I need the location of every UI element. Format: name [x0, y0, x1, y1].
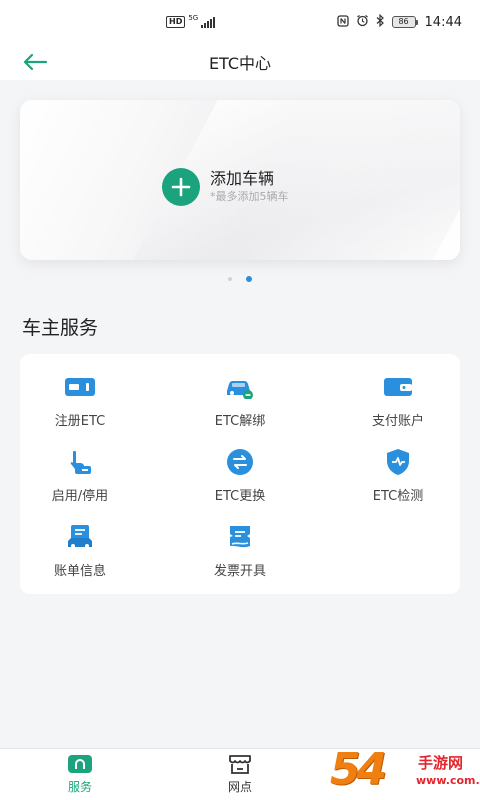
battery-level: 86 — [391, 16, 416, 28]
watermark-logo: 54 手游网 www.com.cn — [330, 744, 480, 800]
alarm-icon — [356, 14, 369, 30]
service-label: ETC解绑 — [214, 414, 266, 429]
service-label: 注册ETC — [54, 414, 106, 429]
car-unbind-icon — [223, 370, 257, 404]
service-invoice[interactable]: 发票开具 — [180, 520, 300, 580]
signal-icon — [201, 16, 216, 28]
app-header: ETC中心 — [0, 44, 480, 80]
arrow-left-icon — [23, 53, 48, 71]
service-label: 支付账户 — [371, 414, 424, 429]
bill-icon — [63, 520, 97, 554]
swap-icon — [223, 445, 257, 479]
plus-icon — [162, 168, 200, 206]
hd-badge: HD — [166, 16, 186, 28]
carousel-dot-active[interactable] — [246, 276, 252, 282]
wallet-icon — [381, 370, 415, 404]
nav-item-outlets[interactable]: 网点 — [200, 753, 280, 795]
service-label: 发票开具 — [213, 564, 266, 579]
add-vehicle-title: 添加车辆 — [210, 169, 275, 188]
home-icon — [68, 755, 92, 773]
carousel-indicator — [0, 276, 480, 282]
bluetooth-icon — [376, 13, 385, 30]
battery-icon: 86 — [391, 16, 418, 28]
vehicle-card[interactable]: 添加车辆 *最多添加5辆车 — [20, 100, 460, 260]
service-etc-check[interactable]: ETC检测 — [338, 445, 458, 505]
shield-check-icon — [381, 445, 415, 479]
status-right: 86 14:44 — [336, 13, 462, 30]
service-label: ETC检测 — [372, 489, 424, 504]
service-payment-account[interactable]: 支付账户 — [338, 370, 458, 430]
status-bar: HD 5G 86 14:44 — [0, 0, 480, 44]
nav-label-service: 服务 — [67, 780, 92, 794]
add-vehicle-subtitle: *最多添加5辆车 — [210, 190, 289, 203]
status-time: 14:44 — [424, 14, 462, 30]
add-vehicle-button[interactable]: 添加车辆 *最多添加5辆车 — [162, 168, 289, 206]
carousel-dot[interactable] — [228, 277, 232, 281]
service-etc-unbind[interactable]: ETC解绑 — [180, 370, 300, 430]
service-enable-disable[interactable]: 启用/停用 — [20, 445, 140, 505]
nav-label-outlets: 网点 — [227, 780, 252, 794]
service-grid: 注册ETC ETC解绑 支付账户 启用/停用 ETC更换 ETC检测 账单信息 … — [20, 354, 460, 594]
service-etc-replace[interactable]: ETC更换 — [180, 445, 300, 505]
etc-card-icon — [63, 370, 97, 404]
status-left: HD 5G — [166, 14, 216, 28]
hand-tap-icon — [63, 445, 97, 479]
store-icon — [229, 755, 251, 774]
service-bill-info[interactable]: 账单信息 — [20, 520, 140, 580]
invoice-icon — [223, 520, 257, 554]
service-register-etc[interactable]: 注册ETC — [20, 370, 140, 430]
service-label: 账单信息 — [53, 564, 106, 579]
nav-item-service[interactable]: 服务 — [40, 753, 120, 795]
section-title: 车主服务 — [22, 317, 99, 339]
page-title: ETC中心 — [208, 54, 272, 73]
network-label: 5G — [188, 14, 199, 22]
service-label: 启用/停用 — [51, 489, 109, 504]
service-label: ETC更换 — [214, 489, 266, 504]
watermark-brand: 手游网 — [418, 754, 464, 772]
watermark-url: www.com.cn — [416, 774, 480, 787]
back-button[interactable] — [22, 48, 52, 76]
nfc-icon — [336, 14, 349, 30]
watermark-number: 54 — [330, 744, 387, 795]
